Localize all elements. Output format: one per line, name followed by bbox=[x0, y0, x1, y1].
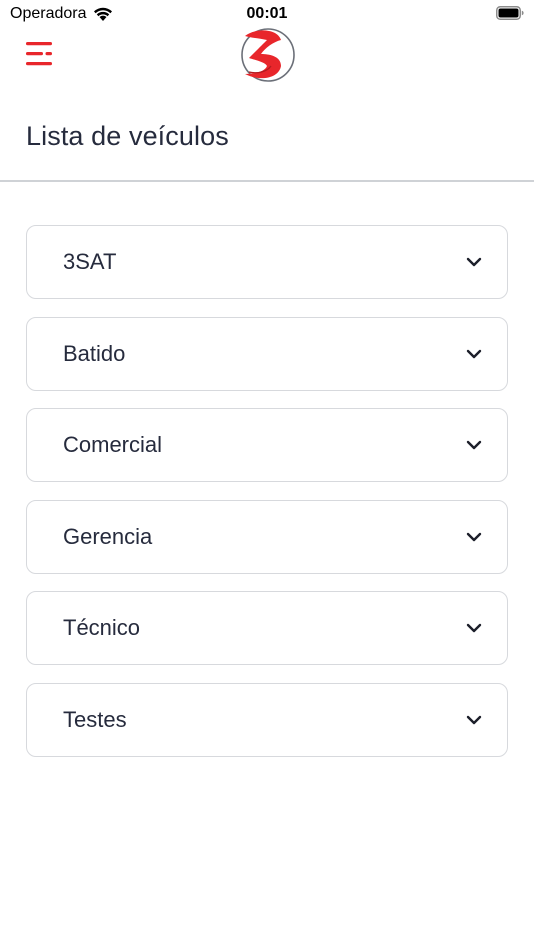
group-item-tecnico[interactable]: Técnico bbox=[26, 591, 508, 666]
group-label: Batido bbox=[63, 340, 126, 366]
chevron-down-icon bbox=[466, 349, 482, 358]
chevron-down-icon bbox=[466, 624, 482, 633]
brand-logo bbox=[241, 28, 295, 82]
header-divider bbox=[0, 180, 534, 182]
group-item-testes[interactable]: Testes bbox=[26, 682, 508, 757]
group-item-gerencia[interactable]: Gerencia bbox=[26, 499, 508, 574]
status-time: 00:01 bbox=[246, 5, 288, 22]
chevron-down-icon bbox=[466, 715, 482, 725]
page-title: Lista de veículos bbox=[26, 121, 229, 151]
hamburger-menu-icon bbox=[26, 42, 52, 66]
vehicle-group-list: 3SAT Batido Comercial Gerencia Técnico T… bbox=[26, 225, 508, 775]
chevron-down-icon bbox=[466, 532, 482, 541]
chevron-down-icon bbox=[466, 257, 482, 267]
group-item-comercial[interactable]: Comercial bbox=[26, 408, 508, 483]
group-label: Testes bbox=[63, 706, 127, 732]
status-bar: Operadora 00:01 bbox=[0, 0, 534, 28]
group-item-batido[interactable]: Batido bbox=[26, 316, 508, 391]
group-item-3sat[interactable]: 3SAT bbox=[26, 225, 508, 299]
group-label: Técnico bbox=[63, 615, 141, 641]
group-label: Comercial bbox=[63, 432, 163, 458]
chevron-down-icon bbox=[466, 440, 482, 450]
group-label: Gerencia bbox=[63, 523, 153, 549]
menu-button[interactable] bbox=[22, 38, 56, 70]
group-label: 3SAT bbox=[63, 249, 117, 274]
battery-icon bbox=[496, 6, 524, 20]
